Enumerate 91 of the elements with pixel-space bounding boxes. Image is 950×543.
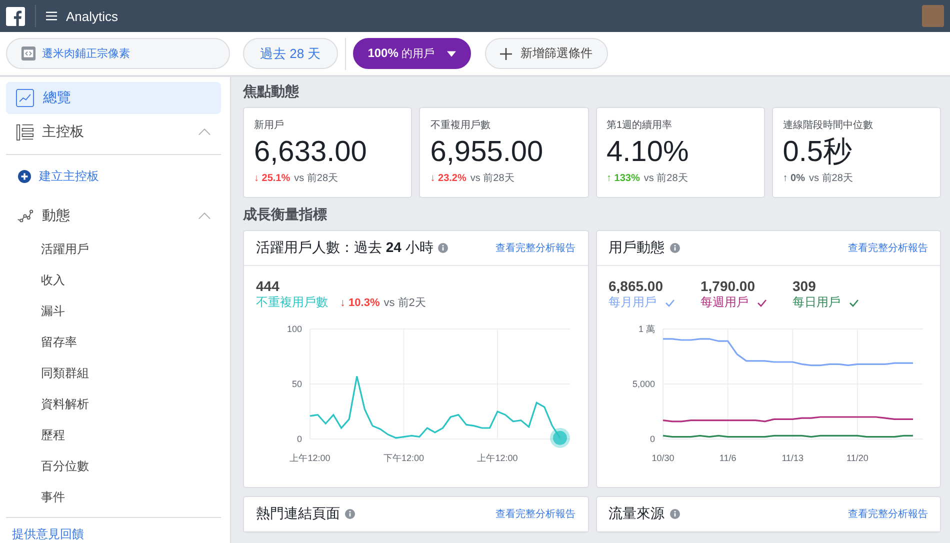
checkmark-icon[interactable] (664, 298, 674, 306)
full-report-link[interactable]: 查看完整分析報告 (496, 507, 576, 521)
app-title: Analytics (66, 8, 118, 24)
change-percent: ↓ 10.3% (340, 296, 380, 308)
metric-label: 第1週的續用率 (606, 118, 674, 132)
sidebar-subitem[interactable]: 同類群組 (6, 358, 221, 389)
sidebar-subitem[interactable]: 事件 (6, 482, 221, 513)
code-icon (21, 46, 36, 61)
sidebar-section-header[interactable]: 動態 (6, 198, 221, 234)
comparison-text: vs 前28天 (644, 172, 688, 185)
x-axis-label: 10/30 (651, 453, 674, 463)
y-axis-label: 50 (292, 379, 302, 389)
comparison-text: vs 前28天 (294, 172, 338, 185)
x-axis-label: 11/13 (781, 453, 804, 463)
series-label: 每週用戶 (700, 294, 748, 311)
sidebar-subitem[interactable]: 資料解析 (6, 389, 221, 420)
metric-value: 6,633.00 (254, 135, 368, 170)
x-axis-label: 下午12:00 (383, 453, 424, 463)
full-report-link[interactable]: 查看完整分析報告 (496, 241, 576, 255)
create-dashboard-link[interactable]: 建立主控板 (6, 159, 221, 193)
facebook-logo-icon[interactable] (6, 6, 25, 26)
info-icon[interactable] (670, 243, 680, 253)
section-title: 焦點動態 (243, 83, 300, 101)
sidebar-subitem[interactable]: 漏斗 (6, 296, 221, 327)
card-title: 活躍用戶人數：過去 24 小時 (256, 239, 434, 257)
feedback-link[interactable]: 提供意見回饋 (6, 522, 221, 543)
y-axis-label: 0 (296, 434, 302, 444)
comparison-text: vs 前28天 (808, 172, 853, 185)
segment-dropdown[interactable]: 100% 的用戶 (352, 38, 471, 69)
sidebar-subitem[interactable]: 百分位數 (6, 451, 221, 482)
x-axis-label: 11/20 (846, 453, 868, 463)
sidebar-subitem[interactable]: 活躍用戶 (6, 234, 221, 265)
y-axis-label: 5,000 (632, 379, 654, 389)
metric-label: 不重複用戶數 (430, 118, 492, 132)
caret-icon (446, 50, 456, 56)
x-axis-label: 11/6 (718, 453, 736, 463)
section-title: 成長衡量指標 (243, 206, 328, 224)
metric-label: 連線階段時間中位數 (782, 118, 874, 132)
date-range-chip[interactable]: 過去 28 天 (243, 38, 338, 69)
menu-icon[interactable] (46, 11, 57, 21)
sidebar-item-label: 總覽 (43, 89, 71, 107)
metric-value: 4.10% (606, 135, 690, 170)
info-icon[interactable] (438, 243, 448, 253)
series-label: 每月用戶 (608, 294, 656, 311)
plus-icon (500, 48, 512, 60)
comparison-text: vs 前2天 (384, 296, 426, 310)
sidebar-item[interactable]: 總覽 (6, 82, 221, 114)
sidebar-section-label: 主控板 (42, 123, 84, 141)
create-dashboard-label: 建立主控板 (39, 168, 99, 184)
x-axis-label: 上午12:00 (477, 453, 518, 463)
summary-total: 6,865.00 (608, 278, 664, 294)
metric-label: 新用戶 (254, 118, 285, 132)
summary-total: 309 (792, 278, 817, 294)
x-axis-label: 上午12:00 (290, 453, 330, 463)
info-icon[interactable] (345, 509, 355, 519)
sidebar-subitem[interactable]: 收入 (6, 265, 221, 296)
checkmark-icon[interactable] (848, 298, 858, 306)
summary-total: 1,790.00 (700, 278, 756, 294)
dashboard-grid-icon (16, 123, 34, 141)
summary-total: 444 (256, 278, 280, 294)
add-filter-button[interactable]: 新增篩選條件 (484, 38, 608, 69)
change-percent: ↑ 0% (782, 172, 805, 184)
metric-value: 0.5秒 (782, 135, 854, 170)
change-percent: ↓ 23.2% (430, 172, 466, 184)
card-title: 用戶動態 (608, 239, 664, 257)
change-percent: ↑ 133% (606, 172, 640, 184)
y-axis-label: 0 (649, 434, 654, 444)
trend-chart-icon (16, 89, 34, 107)
pixel-source-chip[interactable]: 遷米肉鋪正宗像素 (6, 38, 230, 69)
series-label: 不重複用戶數 (256, 294, 328, 311)
info-icon[interactable] (670, 509, 680, 519)
y-axis-label: 1 萬 (638, 324, 654, 334)
metric-value: 6,955.00 (430, 135, 544, 170)
card-title: 流量來源 (608, 505, 664, 523)
card-title: 熱門連結頁面 (256, 505, 340, 523)
chevron-icon (198, 212, 211, 220)
change-percent: ↓ 25.1% (254, 172, 290, 184)
connected-dots-icon (16, 207, 34, 225)
sidebar-section-header[interactable]: 主控板 (6, 114, 221, 150)
sidebar-subitem[interactable]: 歷程 (6, 420, 221, 451)
sidebar-section-label: 動態 (42, 207, 70, 225)
y-axis-label: 100 (286, 324, 302, 334)
current-point-marker (550, 428, 570, 448)
full-report-link[interactable]: 查看完整分析報告 (848, 241, 928, 255)
full-report-link[interactable]: 查看完整分析報告 (848, 507, 928, 521)
plus-circle-icon (18, 170, 31, 182)
chevron-icon (198, 128, 211, 136)
checkmark-icon[interactable] (756, 298, 766, 306)
series-label: 每日用戶 (792, 294, 840, 311)
comparison-text: vs 前28天 (470, 172, 514, 185)
sidebar-subitem[interactable]: 留存率 (6, 327, 221, 358)
